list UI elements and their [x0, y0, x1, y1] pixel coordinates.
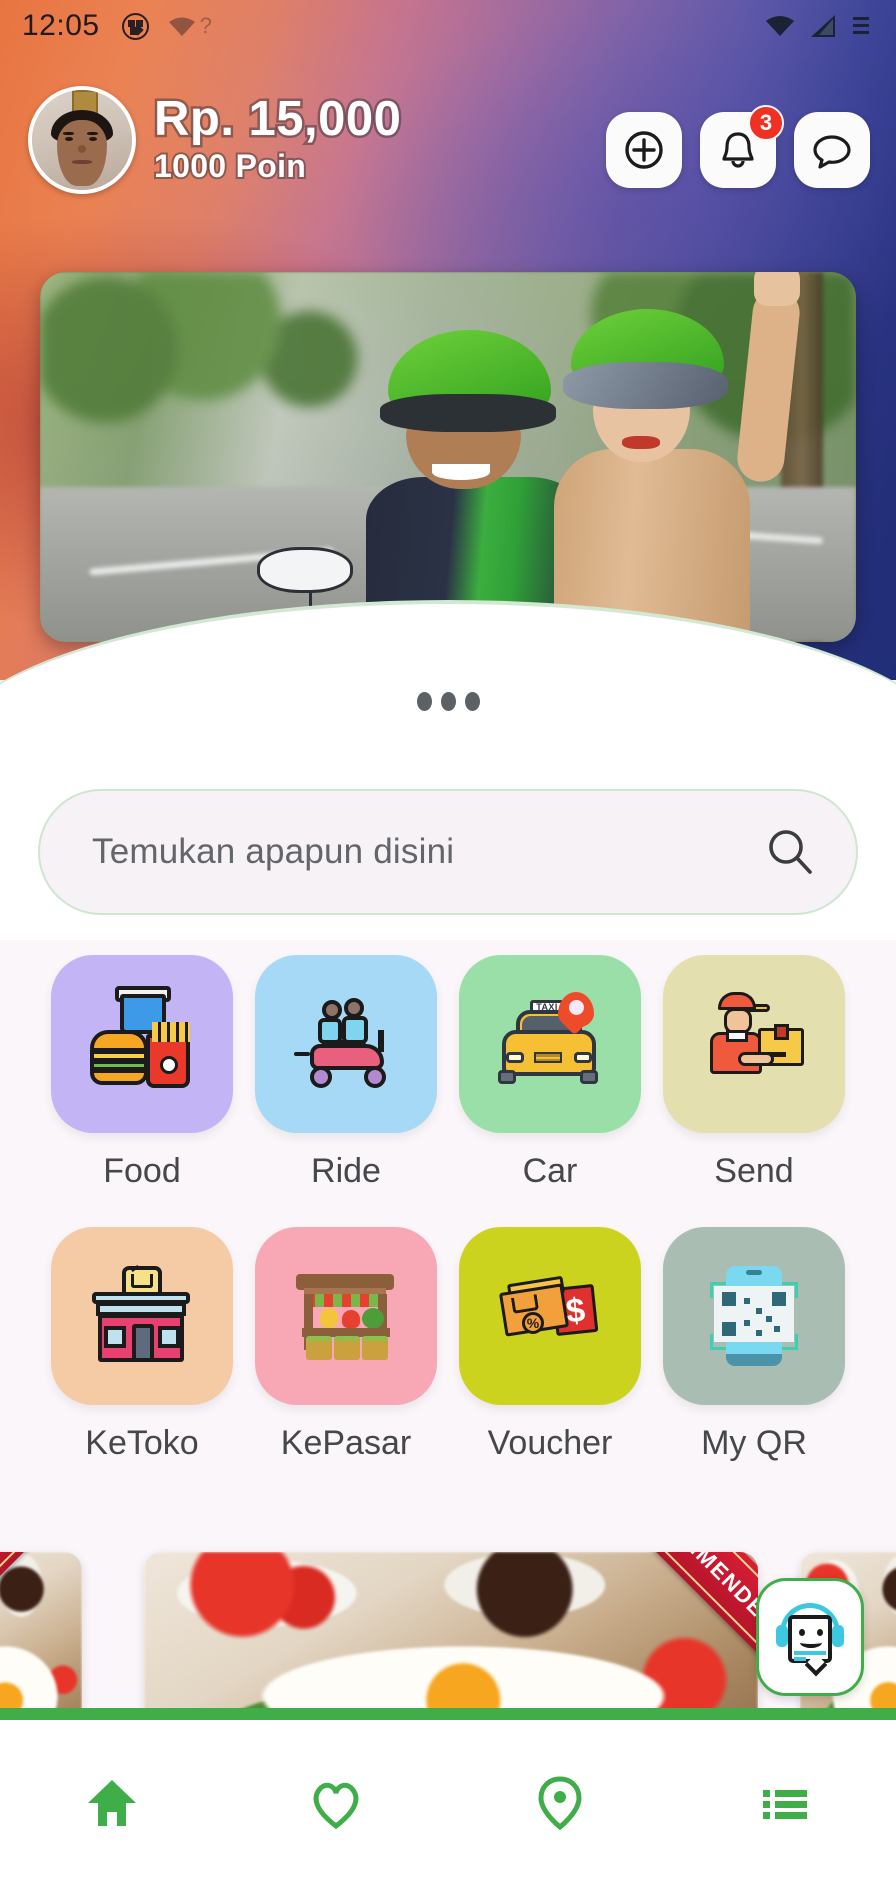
profile-row[interactable]: Rp. 15,000 1000 Poin — [28, 86, 403, 194]
service-tile-ketoko[interactable]: KeToko — [40, 1227, 244, 1463]
cellular-signal-icon — [811, 15, 835, 37]
app-badge-icon — [121, 12, 149, 40]
header-actions: 3 — [606, 105, 870, 188]
loyalty-points: 1000 Poin — [152, 147, 308, 184]
car-icon[interactable]: TAXI — [459, 955, 641, 1133]
home-icon — [88, 1780, 136, 1826]
service-tile-ride[interactable]: Ride — [244, 955, 448, 1191]
send-icon[interactable] — [663, 955, 845, 1133]
chatbot-button[interactable] — [756, 1578, 864, 1696]
service-label: Food — [103, 1152, 181, 1190]
service-tile-kepasar[interactable]: KePasar — [244, 1227, 448, 1463]
service-label: KePasar — [280, 1424, 412, 1462]
carousel-dot[interactable] — [440, 692, 456, 711]
nav-location[interactable] — [448, 1720, 672, 1886]
battery-icon — [853, 17, 869, 34]
balance-block[interactable]: Rp. 15,000 1000 Poin — [151, 91, 403, 186]
ride-icon[interactable] — [255, 955, 437, 1133]
service-label: KeToko — [85, 1424, 199, 1462]
wifi-icon — [766, 16, 794, 36]
service-tile-send[interactable]: Send — [652, 955, 856, 1191]
plus-circle-icon — [625, 131, 663, 169]
service-label: Car — [522, 1152, 578, 1190]
status-bar: 12:05 ? — [0, 0, 896, 52]
food-icon[interactable] — [51, 955, 233, 1133]
chatbot-headset-icon — [774, 1599, 846, 1677]
messages-button[interactable] — [794, 112, 870, 188]
top-up-button[interactable] — [606, 112, 682, 188]
promo-banner[interactable] — [40, 272, 856, 642]
search-input[interactable]: Temukan apapun disini — [92, 832, 762, 872]
notification-badge: 3 — [748, 105, 784, 141]
status-bar-clock: 12:05 — [22, 9, 100, 42]
service-tile-voucher[interactable]: $ % Voucher — [448, 1227, 652, 1463]
search-icon[interactable] — [762, 824, 818, 880]
search-bar[interactable]: Temukan apapun disini — [38, 789, 858, 915]
wifi-glyph — [168, 17, 195, 36]
wifi-unknown-icon: ? — [167, 13, 212, 39]
banner-passenger — [546, 272, 802, 642]
list-menu-icon — [763, 1790, 807, 1819]
location-pin-icon — [538, 1776, 582, 1831]
service-label: My QR — [701, 1424, 807, 1462]
nav-favorites[interactable] — [224, 1720, 448, 1886]
header-gradient: 12:05 ? Rp. 15,000 1000 Poin 3 — [0, 0, 896, 680]
status-bar-left-icons: ? — [121, 12, 212, 40]
notifications-button[interactable]: 3 — [700, 105, 784, 188]
unknown-marker: ? — [199, 13, 212, 38]
nav-menu[interactable] — [672, 1720, 896, 1886]
nav-home[interactable] — [0, 1720, 224, 1886]
carousel-dot[interactable] — [416, 692, 432, 711]
nav-bar — [0, 1720, 896, 1886]
qr-icon[interactable] — [663, 1227, 845, 1405]
voucher-icon[interactable]: $ % — [459, 1227, 641, 1405]
market-icon[interactable] — [255, 1227, 437, 1405]
carousel-dot[interactable] — [464, 692, 480, 711]
store-icon[interactable] — [51, 1227, 233, 1405]
service-tile-car[interactable]: TAXI Car — [448, 955, 652, 1191]
service-label: Send — [714, 1152, 794, 1190]
service-tile-food[interactable]: Food — [40, 955, 244, 1191]
wallet-balance: Rp. 15,000 — [151, 91, 403, 146]
bottom-navigation — [0, 1708, 896, 1886]
service-grid: Food Ride TAXI Car Send KeToko KePasar $… — [0, 955, 896, 1463]
status-bar-right-icons — [764, 13, 874, 39]
heart-icon — [313, 1782, 359, 1830]
service-label: Voucher — [487, 1424, 613, 1462]
service-tile-myqr[interactable]: My QR — [652, 1227, 856, 1463]
banner-carousel-dots[interactable] — [0, 692, 896, 711]
chat-bubble-icon — [813, 135, 851, 169]
app-screen: 12:05 ? Rp. 15,000 1000 Poin 3 Temukan a… — [0, 0, 896, 1886]
avatar[interactable] — [28, 86, 136, 194]
service-label: Ride — [311, 1152, 381, 1190]
